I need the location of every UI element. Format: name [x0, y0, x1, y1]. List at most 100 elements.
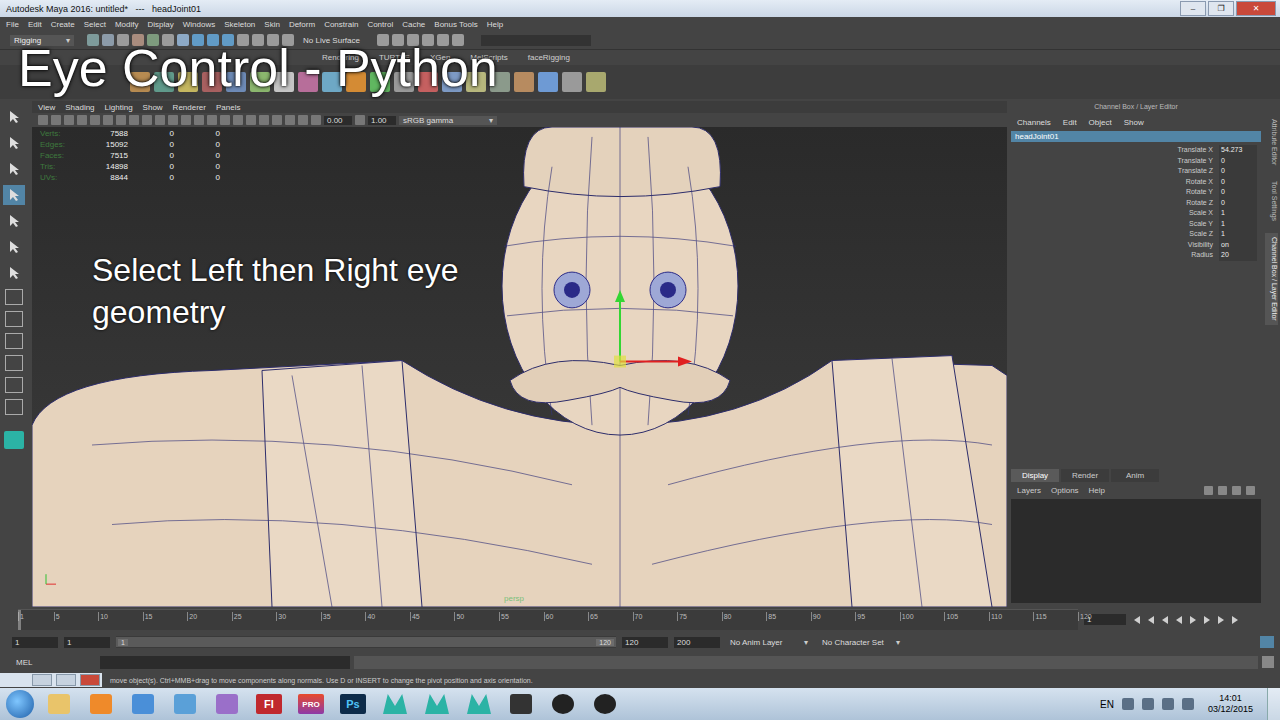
playback-button-icon[interactable] [1202, 615, 1212, 625]
command-input[interactable] [100, 656, 350, 669]
window-control-button[interactable]: ✕ [1236, 1, 1276, 16]
layer-button-icon[interactable] [1246, 486, 1255, 495]
panel-tool-icon[interactable] [64, 115, 74, 125]
show-desktop-button[interactable] [1267, 688, 1280, 720]
menu-item[interactable]: Skin [264, 20, 280, 29]
menu-item[interactable]: Deform [289, 20, 315, 29]
window-control-button[interactable]: – [1180, 1, 1206, 16]
restore-icon[interactable] [32, 674, 52, 686]
tray-icon[interactable] [1162, 698, 1174, 710]
menu-item[interactable]: Help [487, 20, 503, 29]
input-language[interactable]: EN [1100, 699, 1114, 710]
layer-button-icon[interactable] [1204, 486, 1213, 495]
playback-start-field[interactable]: 1 [64, 637, 110, 648]
panel-tool-icon[interactable] [285, 115, 295, 125]
side-tab[interactable]: Tool Settings [1265, 177, 1278, 225]
layer-button-icon[interactable] [1232, 486, 1241, 495]
channel-box-menu-item[interactable]: Object [1089, 118, 1112, 127]
menu-item[interactable]: Modify [115, 20, 139, 29]
layout-icon[interactable] [5, 333, 23, 349]
panel-tool-icon[interactable] [116, 115, 126, 125]
layer-editor-tab[interactable]: Anim [1111, 469, 1159, 482]
layout-icon[interactable] [5, 311, 23, 327]
viewport-canvas[interactable]: Verts:758800Edges:1509200Faces:751500Tri… [32, 127, 1007, 607]
panel-menu-item[interactable]: Renderer [173, 103, 206, 112]
playback-button-icon[interactable] [1174, 615, 1184, 625]
layer-button-icon[interactable] [1218, 486, 1227, 495]
panel-tool-icon[interactable] [233, 115, 243, 125]
taskbar-app-button[interactable]: Ps [336, 690, 370, 718]
playback-button-icon[interactable] [1230, 615, 1240, 625]
attribute-value[interactable]: 0 [1219, 166, 1257, 177]
maya-app-icon[interactable] [462, 690, 496, 718]
panel-tool-icon[interactable] [220, 115, 230, 125]
color-space-dropdown[interactable]: sRGB gamma▾ [399, 116, 497, 125]
attribute-row[interactable]: Rotate Z0 [1011, 198, 1261, 209]
character-set-dropdown[interactable]: No Character Set▾ [818, 637, 904, 648]
range-start-handle[interactable]: 1 [118, 639, 128, 646]
attribute-value[interactable]: 20 [1219, 250, 1257, 261]
layer-editor-tab[interactable]: Render [1061, 469, 1109, 482]
panel-tool-icon[interactable] [181, 115, 191, 125]
layout-icon[interactable] [5, 355, 23, 371]
taskbar-app-icon[interactable] [210, 690, 244, 718]
attribute-value[interactable]: 54.273 [1219, 145, 1257, 156]
shelf-tool-icon[interactable] [586, 72, 606, 92]
menu-item[interactable]: Edit [28, 20, 42, 29]
layout-icon[interactable] [5, 377, 23, 393]
menu-item[interactable]: Constrain [324, 20, 358, 29]
tool-icon[interactable] [3, 263, 25, 283]
shelf-tool-icon[interactable] [562, 72, 582, 92]
steam-icon[interactable] [546, 690, 580, 718]
attribute-row[interactable]: Rotate X0 [1011, 177, 1261, 188]
range-end-handle[interactable]: 120 [596, 639, 614, 646]
panel-menu-item[interactable]: Lighting [105, 103, 133, 112]
attribute-value[interactable]: 1 [1219, 229, 1257, 240]
attribute-row[interactable]: Radius20 [1011, 250, 1261, 261]
tool-icon[interactable] [3, 211, 25, 231]
layer-editor-menu-item[interactable]: Options [1051, 486, 1079, 495]
panel-menu-item[interactable]: Panels [216, 103, 240, 112]
panel-tool-icon[interactable] [298, 115, 308, 125]
attribute-row[interactable]: Scale X1 [1011, 208, 1261, 219]
panel-tool-icon[interactable] [142, 115, 152, 125]
panel-tool-icon[interactable] [90, 115, 100, 125]
tray-icon[interactable] [1182, 698, 1194, 710]
menu-item[interactable]: Cache [402, 20, 425, 29]
window-control-button[interactable]: ❐ [1208, 1, 1234, 16]
playback-end-field[interactable]: 120 [622, 637, 668, 648]
menu-item[interactable]: Create [51, 20, 75, 29]
shelf-tab[interactable]: faceRigging [528, 53, 570, 62]
close-icon[interactable] [80, 674, 100, 686]
panel-tool-icon[interactable] [246, 115, 256, 125]
menu-item[interactable]: Display [148, 20, 174, 29]
attribute-value[interactable]: 0 [1219, 156, 1257, 167]
tool-icon[interactable] [3, 159, 25, 179]
taskbar-app-icon[interactable] [126, 690, 160, 718]
layer-editor-menu-item[interactable]: Help [1089, 486, 1105, 495]
attribute-row[interactable]: Visibilityon [1011, 240, 1261, 251]
taskbar-app-icon[interactable] [42, 690, 76, 718]
attribute-value[interactable]: 0 [1219, 198, 1257, 209]
layer-editor-tab[interactable]: Display [1011, 469, 1059, 482]
side-tab[interactable]: Channel Box / Layer Editor [1265, 233, 1278, 325]
panel-tool-icon[interactable] [155, 115, 165, 125]
taskbar-app-button[interactable]: Fl [252, 690, 286, 718]
attribute-value[interactable]: 1 [1219, 208, 1257, 219]
gamma-field[interactable]: 1.00 [368, 116, 396, 125]
channel-box-menu-item[interactable]: Channels [1017, 118, 1051, 127]
panel-menu-item[interactable]: Shading [65, 103, 94, 112]
tool-icon[interactable] [3, 185, 25, 205]
side-tab[interactable]: Attribute Editor [1265, 115, 1278, 169]
attribute-row[interactable]: Rotate Y0 [1011, 187, 1261, 198]
time-ruler[interactable]: 1510152025303540455055606570758085909510… [18, 609, 1078, 630]
panel-tool-icon[interactable] [77, 115, 87, 125]
attribute-value[interactable]: 1 [1219, 219, 1257, 230]
range-bar[interactable]: 1 120 [116, 637, 616, 647]
panel-tool-icon[interactable] [207, 115, 217, 125]
taskbar-app-icon[interactable] [84, 690, 118, 718]
unity-icon[interactable] [504, 690, 538, 718]
panel-menu-item[interactable]: View [38, 103, 55, 112]
panel-tool-icon[interactable] [272, 115, 282, 125]
maya-app-icon[interactable] [378, 690, 412, 718]
